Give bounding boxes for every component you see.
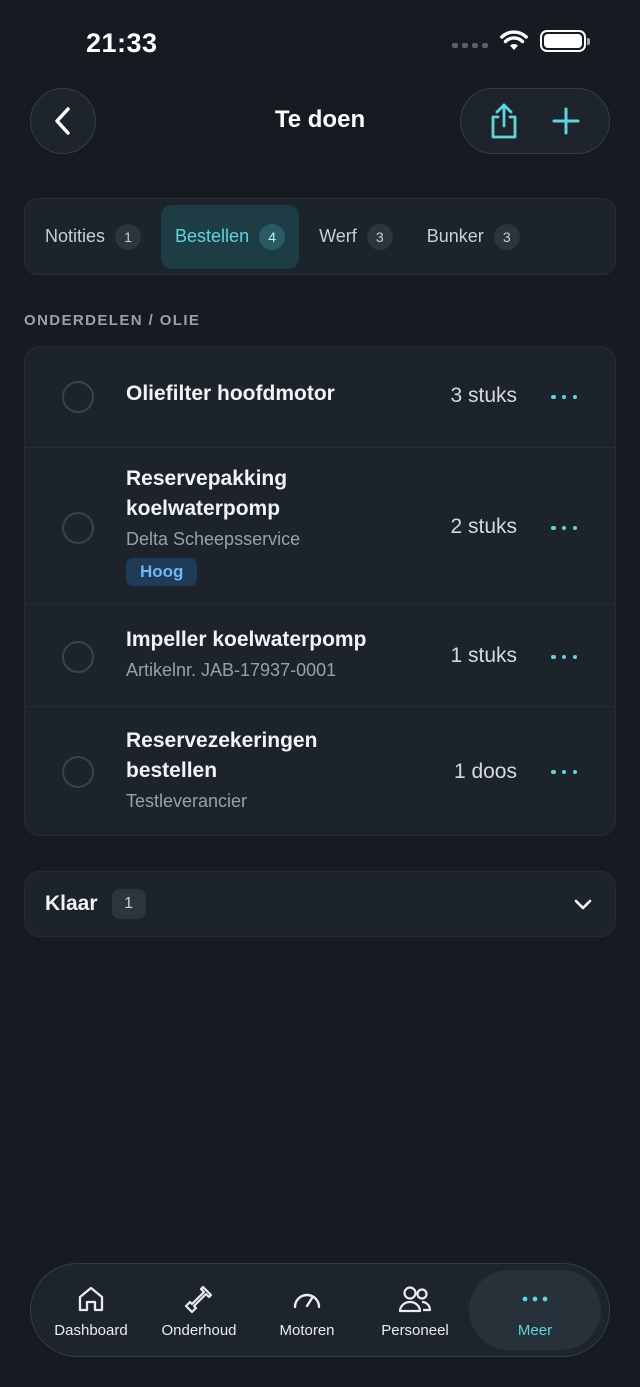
tab-count: 3 (366, 223, 393, 250)
share-button[interactable] (480, 97, 528, 145)
list-item[interactable]: Reservepakking koelwaterpomp Delta Schee… (25, 448, 615, 605)
item-title: Impeller koelwaterpomp (126, 628, 367, 651)
cellular-signal-icon (452, 42, 488, 48)
nav-meer[interactable]: Meer (469, 1270, 601, 1350)
header-actions (460, 88, 610, 154)
item-title: Reservezekeringen bestellen (126, 729, 318, 782)
item-quantity: 3 stuks (450, 384, 517, 407)
list-item[interactable]: Reservezekeringen bestellen Testleveranc… (25, 707, 615, 835)
tab-count: 1 (115, 223, 142, 250)
tab-notities[interactable]: Notities 1 (31, 205, 155, 269)
done-count: 1 (111, 889, 146, 919)
bottom-navigation: Dashboard Onderhoud Motoren Personeel Me… (30, 1263, 610, 1357)
battery-icon (540, 30, 590, 52)
tab-label: Bunker (426, 226, 484, 246)
people-icon (398, 1285, 432, 1312)
add-button[interactable] (542, 97, 590, 145)
todo-list: Oliefilter hoofdmotor 3 stuks Reservepak… (24, 346, 616, 836)
item-supplier: Delta Scheepsservice (126, 529, 301, 549)
item-checkbox[interactable] (62, 381, 94, 413)
nav-onderhoud[interactable]: Onderhoud (145, 1270, 253, 1350)
more-icon (522, 1296, 548, 1301)
item-quantity: 1 doos (453, 760, 517, 783)
priority-badge: Hoog (126, 558, 198, 586)
nav-label: Meer (517, 1321, 553, 1339)
item-text: Oliefilter hoofdmotor (126, 379, 416, 409)
category-tabs: Notities 1 Bestellen 4 Werf 3 Bunker 3 (24, 198, 616, 275)
nav-label: Onderhoud (161, 1321, 237, 1339)
list-item[interactable]: Oliefilter hoofdmotor 3 stuks (25, 347, 615, 448)
nav-label: Motoren (279, 1321, 335, 1339)
item-checkbox[interactable] (62, 756, 94, 788)
nav-label: Personeel (381, 1321, 449, 1339)
item-checkbox[interactable] (62, 641, 94, 673)
tab-bunker[interactable]: Bunker 3 (413, 205, 534, 269)
share-icon (491, 103, 517, 139)
more-icon[interactable] (551, 766, 577, 778)
item-checkbox[interactable] (62, 512, 94, 544)
tab-label: Werf (319, 226, 357, 246)
tab-label: Bestellen (175, 226, 250, 246)
tab-count: 3 (493, 223, 520, 250)
nav-label: Dashboard (54, 1321, 128, 1339)
more-icon[interactable] (551, 391, 577, 403)
item-title: Reservepakking koelwaterpomp (126, 467, 288, 520)
gauge-icon (293, 1293, 321, 1308)
item-text: Impeller koelwaterpomp Artikelnr. JAB-17… (126, 625, 426, 685)
nav-motoren[interactable]: Motoren (253, 1270, 361, 1350)
list-item[interactable]: Impeller koelwaterpomp Artikelnr. JAB-17… (25, 605, 615, 707)
item-title: Oliefilter hoofdmotor (126, 382, 335, 405)
tab-werf[interactable]: Werf 3 (305, 205, 407, 269)
item-supplier: Testleverancier (126, 791, 248, 811)
done-section-toggle[interactable]: Klaar 1 (24, 871, 616, 937)
item-text: Reservezekeringen bestellen Testleveranc… (126, 726, 356, 816)
status-bar: 21:33 (0, 0, 640, 90)
done-label: Klaar (45, 892, 98, 915)
more-icon[interactable] (551, 522, 577, 534)
item-article-number: Artikelnr. JAB-17937-0001 (126, 660, 337, 680)
chevron-down-icon (574, 899, 592, 910)
header: Te doen (0, 88, 640, 154)
section-label: ONDERDELEN / OLIE (24, 312, 201, 329)
more-icon[interactable] (551, 651, 577, 663)
item-quantity: 1 stuks (450, 644, 517, 667)
nav-personeel[interactable]: Personeel (361, 1270, 469, 1350)
item-quantity: 2 stuks (450, 515, 517, 538)
plus-icon (552, 107, 580, 135)
item-text: Reservepakking koelwaterpomp Delta Schee… (126, 464, 356, 586)
status-time: 21:33 (86, 28, 158, 58)
status-icons (452, 30, 590, 52)
tab-label: Notities (45, 226, 106, 246)
nav-dashboard[interactable]: Dashboard (37, 1270, 145, 1350)
tab-bestellen[interactable]: Bestellen 4 (161, 204, 300, 269)
home-icon (78, 1286, 104, 1311)
wrench-icon (184, 1285, 213, 1313)
wifi-icon (500, 30, 528, 50)
tab-count: 4 (259, 223, 286, 250)
